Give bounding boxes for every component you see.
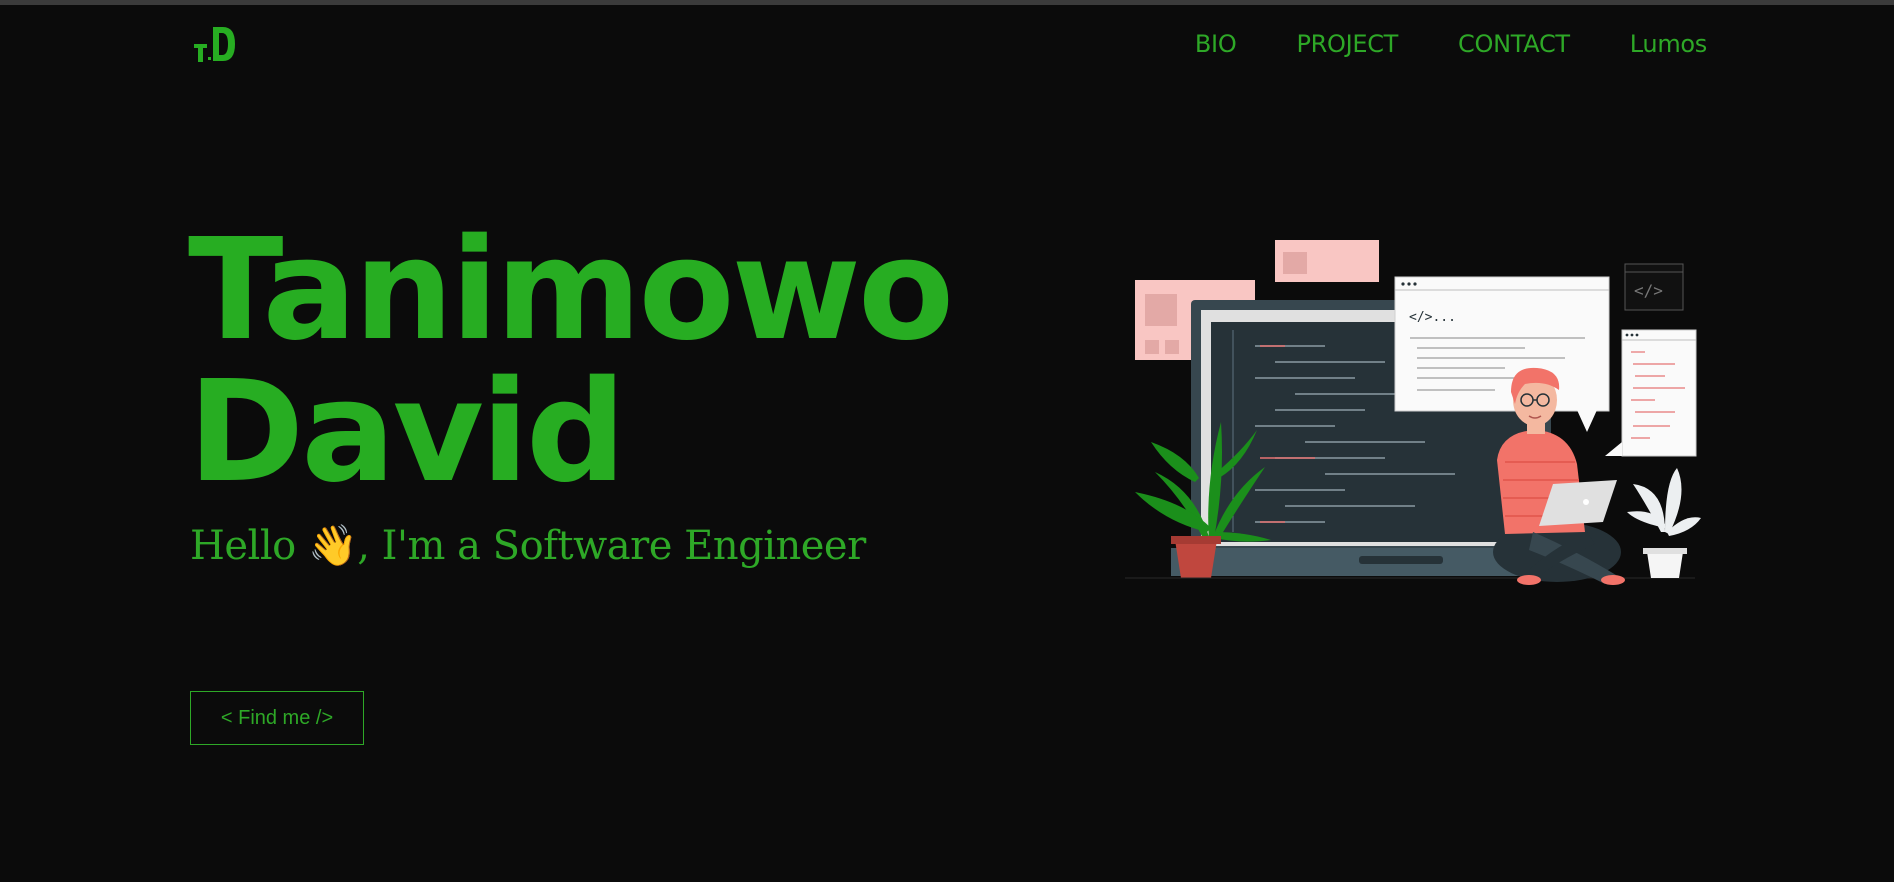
find-me-button[interactable]: < Find me />	[190, 691, 364, 745]
name-last: David	[188, 351, 626, 514]
waving-hand-icon: 👋	[307, 523, 358, 569]
hero-tagline: Hello 👋, I'm a Software Engineer	[190, 522, 866, 569]
hero-name: Tanimowo David	[188, 220, 954, 504]
nav-project[interactable]: PROJECT	[1296, 30, 1398, 58]
plant-pot	[1175, 540, 1217, 578]
document-window	[1621, 329, 1697, 457]
logo-icon[interactable]	[193, 24, 237, 64]
code-snippet-text: </>...	[1409, 310, 1456, 325]
nav-lumos[interactable]: Lumos	[1630, 30, 1708, 58]
svg-text:</>: </>	[1634, 281, 1663, 300]
code-window	[1394, 276, 1610, 412]
developer-illustration: </>... </>	[1125, 240, 1701, 585]
main-nav: BIO PROJECT CONTACT Lumos	[1195, 30, 1707, 58]
name-first: Tanimowo	[188, 209, 954, 372]
greeting-prefix: Hello	[190, 523, 308, 569]
greeting-suffix: , I'm a Software Engineer	[357, 523, 866, 569]
right-plant-pot	[1647, 552, 1683, 578]
top-border	[0, 0, 1894, 5]
nav-bio[interactable]: BIO	[1195, 30, 1237, 58]
nav-contact[interactable]: CONTACT	[1458, 30, 1570, 58]
right-plant	[1627, 468, 1701, 536]
